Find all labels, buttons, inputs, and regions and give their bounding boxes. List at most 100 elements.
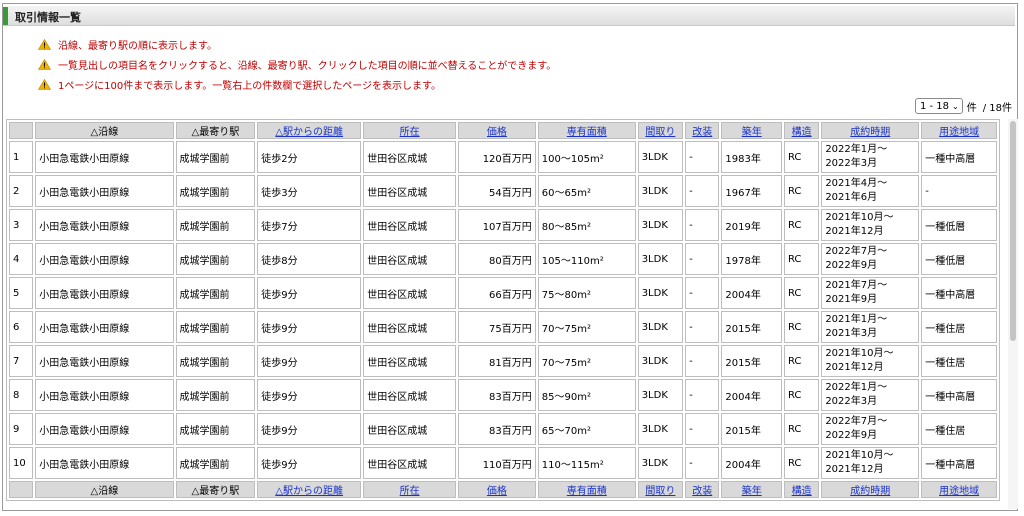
cell-station: 成城学園前 xyxy=(175,141,256,173)
cell-structure: RC xyxy=(783,141,820,173)
period-end: 2022年3月 xyxy=(825,396,878,407)
scrollbar-thumb[interactable] xyxy=(1010,121,1016,341)
cell-year: 2015年 xyxy=(721,311,782,343)
table-body: 1 小田急電鉄小田原線 成城学園前 徒歩2分 世田谷区成城 120百万円 100～105m²… xyxy=(9,141,997,479)
cell-layout: 3LDK xyxy=(637,175,684,207)
col-header-station[interactable]: △最寄り駅 xyxy=(175,122,256,139)
col-header-period[interactable]: 成約時期 xyxy=(821,122,920,139)
col-header-year[interactable]: 築年 xyxy=(721,122,782,139)
warning-icon xyxy=(38,58,51,70)
col-header-distance[interactable]: △駅からの距離 xyxy=(257,122,362,139)
col-header-zone[interactable]: 用途地域 xyxy=(921,122,997,139)
cell-structure: RC xyxy=(783,413,820,445)
cell-distance: 徒歩2分 xyxy=(257,141,362,173)
cell-location: 世田谷区成城 xyxy=(363,413,457,445)
cell-structure: RC xyxy=(783,277,820,309)
cell-area: 85～90m² xyxy=(537,379,636,411)
cell-location: 世田谷区成城 xyxy=(363,141,457,173)
cell-layout: 3LDK xyxy=(637,447,684,479)
cell-area: 70～75m² xyxy=(537,311,636,343)
col-header-line[interactable]: △沿線 xyxy=(35,122,174,139)
cell-renovation: - xyxy=(685,311,720,343)
col-footer-area[interactable]: 専有面積 xyxy=(537,481,636,498)
cell-station: 成城学園前 xyxy=(175,243,256,275)
cell-location: 世田谷区成城 xyxy=(363,277,457,309)
results-table: △沿線 △最寄り駅 △駅からの距離 所在 価格 専有面積 間取り 改装 築年 構… xyxy=(6,119,1000,501)
col-header-area[interactable]: 専有面積 xyxy=(537,122,636,139)
cell-renovation: - xyxy=(685,413,720,445)
col-header-renovation[interactable]: 改装 xyxy=(685,122,720,139)
col-header-location[interactable]: 所在 xyxy=(363,122,457,139)
col-header-structure[interactable]: 構造 xyxy=(783,122,820,139)
cell-renovation: - xyxy=(685,175,720,207)
cell-period: 2021年4月～ 2021年6月 xyxy=(821,175,920,207)
cell-no: 10 xyxy=(9,447,34,479)
col-footer-station[interactable]: △最寄り駅 xyxy=(175,481,256,498)
cell-layout: 3LDK xyxy=(637,413,684,445)
table-scrollbar[interactable] xyxy=(1008,119,1018,509)
cell-period: 2021年10月～ 2021年12月 xyxy=(821,345,920,377)
cell-station: 成城学園前 xyxy=(175,311,256,343)
period-end: 2021年9月 xyxy=(825,294,878,305)
cell-structure: RC xyxy=(783,311,820,343)
period-start: 2021年1月～ xyxy=(825,314,888,325)
page-range-value: 1 - 18 xyxy=(919,100,950,112)
cell-distance: 徒歩9分 xyxy=(257,311,362,343)
cell-period: 2021年7月～ 2021年9月 xyxy=(821,277,920,309)
col-footer-period[interactable]: 成約時期 xyxy=(821,481,920,498)
cell-area: 65～70m² xyxy=(537,413,636,445)
period-end: 2022年9月 xyxy=(825,430,878,441)
col-footer-line[interactable]: △沿線 xyxy=(35,481,174,498)
period-end: 2021年6月 xyxy=(825,192,878,203)
col-footer-structure[interactable]: 構造 xyxy=(783,481,820,498)
page-range-select[interactable]: 1 - 18 ⌄ xyxy=(914,98,963,114)
col-footer-year[interactable]: 築年 xyxy=(721,481,782,498)
col-footer-distance[interactable]: △駅からの距離 xyxy=(257,481,362,498)
table-row: 1 小田急電鉄小田原線 成城学園前 徒歩2分 世田谷区成城 120百万円 100～105m²… xyxy=(9,141,997,173)
cell-structure: RC xyxy=(783,175,820,207)
cell-structure: RC xyxy=(783,243,820,275)
cell-distance: 徒歩9分 xyxy=(257,379,362,411)
col-footer-layout[interactable]: 間取り xyxy=(637,481,684,498)
col-header-price[interactable]: 価格 xyxy=(458,122,536,139)
cell-layout: 3LDK xyxy=(637,209,684,241)
cell-area: 70～75m² xyxy=(537,345,636,377)
cell-no: 7 xyxy=(9,345,34,377)
table-row: 10 小田急電鉄小田原線 成城学園前 徒歩9分 世田谷区成城 110百万円 110～115m… xyxy=(9,447,997,479)
cell-layout: 3LDK xyxy=(637,379,684,411)
cell-zone: 一種中高層 xyxy=(921,141,997,173)
warning-icon xyxy=(38,78,51,90)
col-header-layout[interactable]: 間取り xyxy=(637,122,684,139)
cell-location: 世田谷区成城 xyxy=(363,447,457,479)
period-end: 2021年3月 xyxy=(825,328,878,339)
table-row: 7 小田急電鉄小田原線 成城学園前 徒歩9分 世田谷区成城 81百万円 70～75m² 3LD… xyxy=(9,345,997,377)
cell-station: 成城学園前 xyxy=(175,345,256,377)
period-start: 2021年10月～ xyxy=(825,348,894,359)
cell-area: 75～80m² xyxy=(537,277,636,309)
cell-no: 3 xyxy=(9,209,34,241)
cell-year: 1978年 xyxy=(721,243,782,275)
cell-period: 2021年10月～ 2021年12月 xyxy=(821,209,920,241)
cell-year: 1983年 xyxy=(721,141,782,173)
cell-no: 1 xyxy=(9,141,34,173)
note-text: 沿線、最寄り駅の順に表示します。 xyxy=(58,40,217,52)
cell-area: 105～110m² xyxy=(537,243,636,275)
cell-zone: 一種中高層 xyxy=(921,447,997,479)
cell-renovation: - xyxy=(685,447,720,479)
period-start: 2021年7月～ xyxy=(825,280,888,291)
col-footer-location[interactable]: 所在 xyxy=(363,481,457,498)
cell-renovation: - xyxy=(685,345,720,377)
pager-total: / 18件 xyxy=(982,102,1012,114)
cell-year: 2019年 xyxy=(721,209,782,241)
cell-renovation: - xyxy=(685,209,720,241)
col-footer-zone[interactable]: 用途地域 xyxy=(921,481,997,498)
cell-distance: 徒歩8分 xyxy=(257,243,362,275)
note-item: 1ページに100件まで表示します。一覧右上の件数欄で選択したページを表示します。 xyxy=(38,74,556,94)
cell-year: 2015年 xyxy=(721,345,782,377)
table-footer-header-row: △沿線 △最寄り駅 △駅からの距離 所在 価格 専有面積 間取り 改装 築年 構… xyxy=(9,481,997,498)
cell-structure: RC xyxy=(783,379,820,411)
cell-year: 2004年 xyxy=(721,447,782,479)
col-footer-price[interactable]: 価格 xyxy=(458,481,536,498)
warning-icon xyxy=(38,38,51,50)
col-footer-renovation[interactable]: 改装 xyxy=(685,481,720,498)
